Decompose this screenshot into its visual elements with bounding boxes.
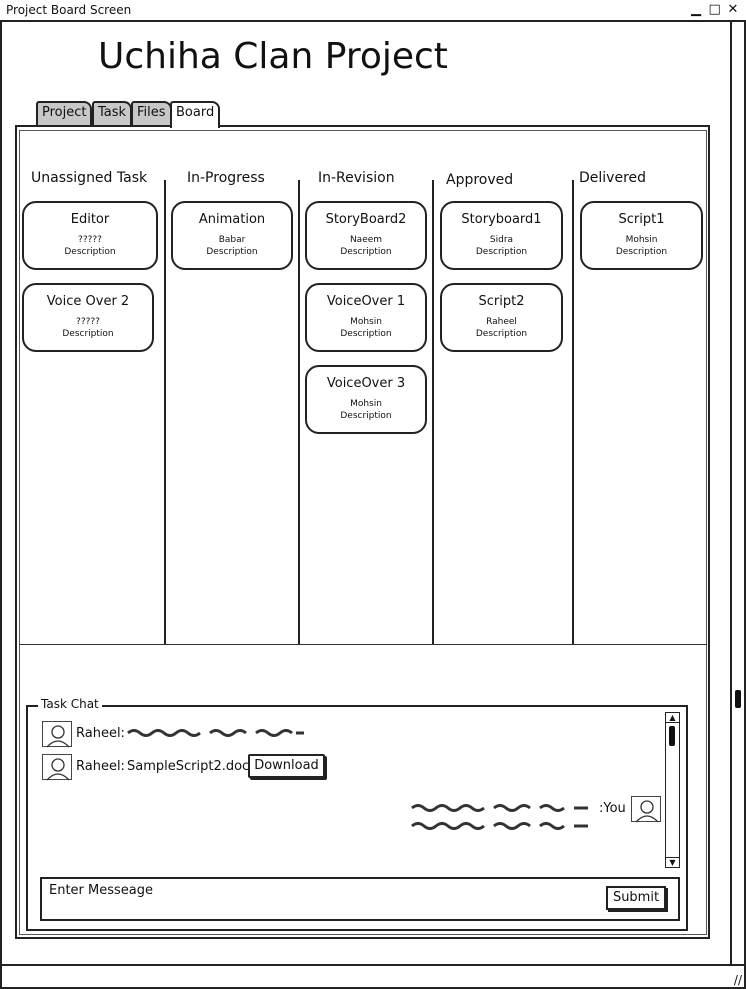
task-card-assignee: Raheel xyxy=(486,317,517,327)
column-title-approved: Approved xyxy=(446,172,514,188)
maximize-icon[interactable]: □ xyxy=(708,2,721,17)
task-card-title: Storyboard1 xyxy=(461,212,542,227)
page-scrollbar[interactable] xyxy=(730,22,744,964)
task-card-title: VoiceOver 3 xyxy=(326,376,406,391)
status-bar: // xyxy=(0,964,746,989)
task-card-title: StoryBoard2 xyxy=(325,212,407,227)
task-card-description: Description xyxy=(62,329,114,339)
window-title: Project Board Screen xyxy=(6,3,132,17)
close-icon[interactable]: ✕ xyxy=(727,2,740,17)
minimize-icon[interactable]: ▁ xyxy=(690,2,703,17)
chat-scrollbar-thumb[interactable] xyxy=(669,726,675,746)
column-title-in-progress: In-Progress xyxy=(187,170,265,186)
column-title-unassigned: Unassigned Task xyxy=(31,170,148,186)
task-card-assignee: ????? xyxy=(78,235,102,245)
tab-files[interactable]: Files xyxy=(131,101,172,125)
task-card-description: Description xyxy=(615,247,668,257)
task-card-title: Script2 xyxy=(478,294,525,309)
task-card[interactable]: Script2 Raheel Description xyxy=(440,283,563,352)
task-card[interactable]: Script1 Mohsin Description xyxy=(580,201,703,270)
task-card[interactable]: Storyboard1 Sidra Description xyxy=(440,201,563,270)
tab-board[interactable]: Board xyxy=(170,101,221,128)
page-title: Uchiha Clan Project xyxy=(98,36,448,77)
download-button[interactable]: Download xyxy=(248,754,325,778)
task-card-description: Description xyxy=(475,247,528,257)
task-card-assignee: Mohsin xyxy=(350,317,382,327)
chat-scrollbar[interactable]: ▲ ▼ xyxy=(665,712,680,868)
task-card-assignee: Naeem xyxy=(349,235,383,245)
task-card[interactable]: Voice Over 2 ????? Description xyxy=(22,283,154,352)
task-card-title: Animation xyxy=(198,212,266,227)
task-card-description: Description xyxy=(64,247,116,257)
tab-project[interactable]: Project xyxy=(36,101,93,125)
task-card[interactable]: VoiceOver 1 Mohsin Description xyxy=(305,283,427,352)
submit-button[interactable]: Submit xyxy=(606,886,666,910)
column-divider xyxy=(572,180,574,645)
task-card-title: VoiceOver 1 xyxy=(326,294,406,309)
column-divider xyxy=(164,180,166,645)
task-card-description: Description xyxy=(340,329,392,339)
column-title-in-revision: In-Revision xyxy=(318,170,395,186)
task-card[interactable]: Animation Babar Description xyxy=(171,201,293,270)
task-card-title: Script1 xyxy=(618,212,665,227)
task-card-title: Voice Over 2 xyxy=(46,294,130,309)
task-chat-label: Task Chat xyxy=(38,697,102,711)
window-controls: ▁ □ ✕ xyxy=(690,2,740,17)
task-card-assignee: Babar xyxy=(218,235,246,245)
task-card-title: Editor xyxy=(70,212,110,227)
task-card[interactable]: VoiceOver 3 Mohsin Description xyxy=(305,365,427,434)
task-card[interactable]: StoryBoard2 Naeem Description xyxy=(305,201,427,270)
resize-grip-icon[interactable]: // xyxy=(734,973,742,987)
task-card-description: Description xyxy=(340,247,392,257)
task-card-assignee: Mohsin xyxy=(350,399,382,409)
column-divider xyxy=(298,180,300,645)
task-card[interactable]: Editor ????? Description xyxy=(22,201,158,270)
chat-sender-you: :You xyxy=(599,801,626,816)
board-chat-divider xyxy=(19,644,707,645)
task-card-assignee: ????? xyxy=(76,317,100,327)
redacted-message-scribble xyxy=(127,729,304,737)
message-input[interactable]: Enter Messeage xyxy=(40,877,680,921)
user-avatar-icon xyxy=(42,754,72,781)
chat-sender: Raheel: xyxy=(76,759,125,774)
scroll-down-icon[interactable]: ▼ xyxy=(666,857,679,867)
chat-file-name: SampleScript2.doc xyxy=(127,759,250,774)
redacted-message-scribble xyxy=(411,804,588,830)
chat-sender: Raheel: xyxy=(76,726,125,741)
column-title-delivered: Delivered xyxy=(579,170,647,186)
task-card-description: Description xyxy=(340,411,392,421)
task-card-assignee: Mohsin xyxy=(625,235,658,245)
page-scrollbar-thumb[interactable] xyxy=(735,690,741,708)
user-avatar-icon xyxy=(631,796,661,823)
task-card-description: Description xyxy=(206,247,258,257)
user-avatar-icon xyxy=(42,721,72,748)
title-bar: Project Board Screen ▁ □ ✕ xyxy=(0,0,746,22)
column-divider xyxy=(432,180,434,645)
task-card-description: Description xyxy=(475,329,528,339)
tab-task[interactable]: Task xyxy=(92,101,133,125)
task-card-assignee: Sidra xyxy=(489,235,514,245)
scroll-up-icon[interactable]: ▲ xyxy=(666,713,679,723)
